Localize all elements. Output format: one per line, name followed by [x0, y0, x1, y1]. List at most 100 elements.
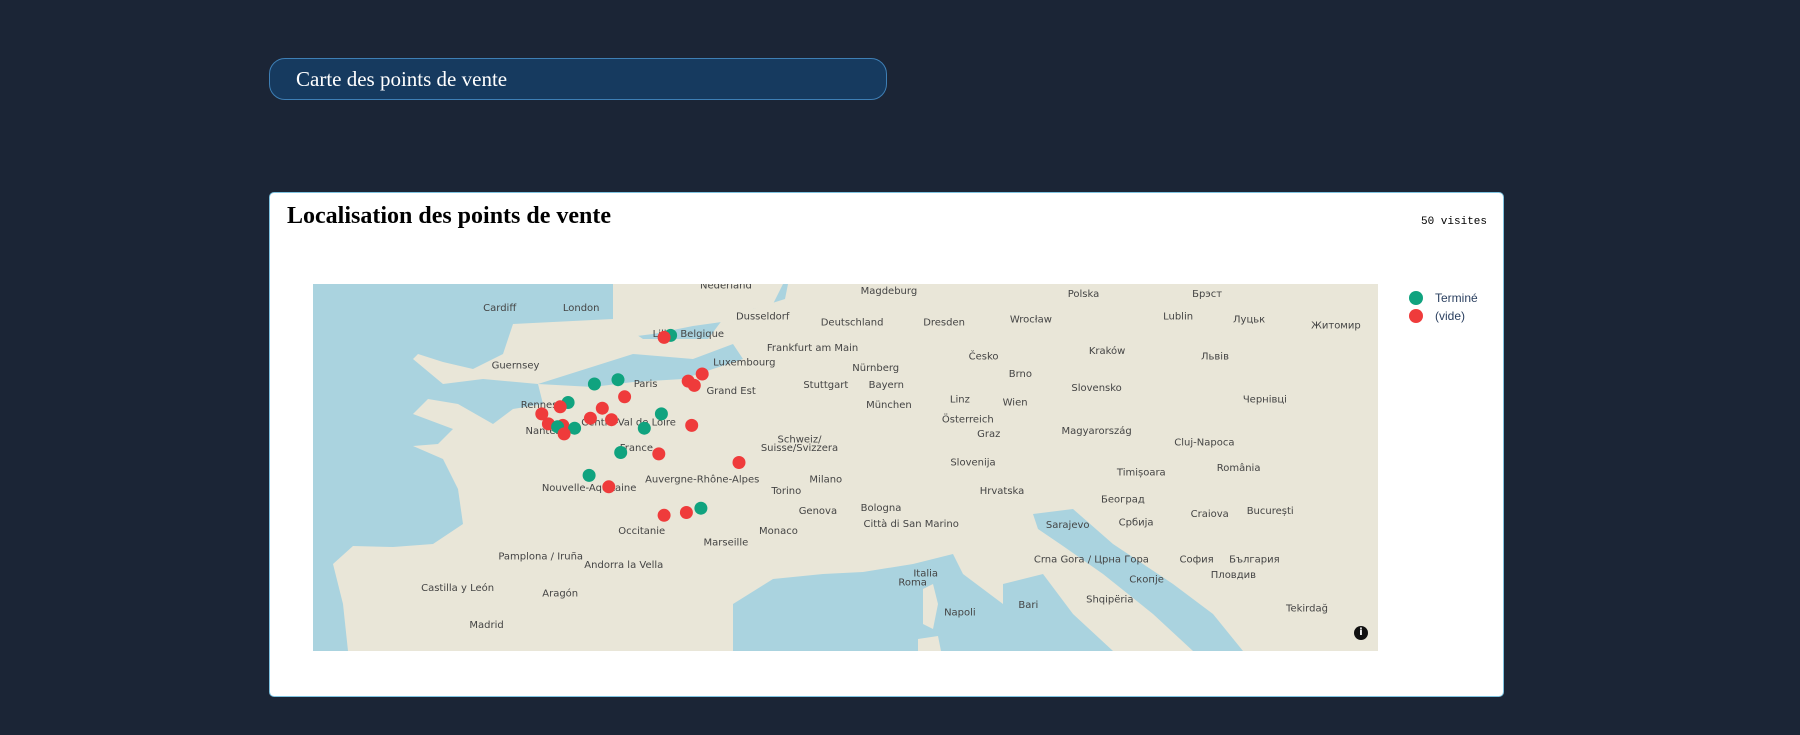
place-label: Luxembourg [713, 357, 775, 368]
map-marker[interactable] [553, 400, 567, 414]
place-label: Österreich [942, 413, 994, 426]
place-label: Marseille [704, 537, 749, 548]
place-label: Andorra la Vella [584, 560, 663, 571]
map-marker[interactable] [618, 390, 632, 404]
place-label: Città di San Marino [864, 518, 959, 530]
place-label: Луцьк [1233, 315, 1265, 326]
map-marker[interactable] [694, 501, 708, 515]
place-label: Slovenija [950, 457, 995, 468]
place-label: München [866, 400, 912, 411]
place-label: Linz [950, 395, 970, 406]
map-marker[interactable] [687, 378, 701, 392]
place-label: Castilla y León [421, 582, 494, 594]
place-label: Брэст [1192, 289, 1222, 300]
map-marker[interactable] [654, 407, 668, 421]
place-label: Grand Est [706, 386, 755, 397]
place-label: Suisse/Svizzera [761, 443, 838, 454]
map-marker[interactable] [679, 506, 693, 519]
place-label: Pamplona / Iruña [498, 552, 583, 563]
page-header: Carte des points de vente [269, 58, 887, 100]
place-label: Paris [634, 379, 658, 390]
place-label: Cardiff [483, 303, 517, 314]
visit-count: 50 visites [1420, 216, 1487, 228]
legend-label: Terminé [1435, 291, 1478, 305]
place-label: София [1180, 555, 1214, 566]
map-marker[interactable] [602, 480, 616, 494]
place-label: Dusseldorf [736, 312, 790, 323]
place-label: Србија [1119, 516, 1154, 528]
place-label: Dresden [923, 317, 965, 328]
map-canvas[interactable]: Nederland Magdeburg Polska Брэст Cardiff Lond… [313, 284, 1378, 651]
place-label: Napoli [944, 607, 976, 618]
map-view[interactable]: Nederland Magdeburg Polska Брэст Cardiff Lond… [313, 284, 1378, 651]
map-marker[interactable] [652, 447, 666, 461]
place-label: Madrid [469, 620, 503, 631]
map-marker[interactable] [583, 411, 597, 425]
place-label: Nederland [700, 284, 752, 291]
legend-item-termine[interactable]: Terminé [1409, 289, 1478, 307]
place-label: Polska [1068, 289, 1100, 300]
place-label: Bologna [861, 503, 902, 514]
place-label: Graz [977, 429, 1000, 440]
place-label: London [563, 303, 600, 314]
info-icon[interactable]: i [1354, 626, 1368, 640]
place-label: Bayern [869, 380, 904, 391]
place-label: Nouvelle-Aquitaine [542, 483, 637, 494]
place-label: Београд [1101, 495, 1145, 506]
place-label: Česko [969, 350, 999, 363]
legend-dot [1409, 291, 1423, 305]
card-title: Localisation des points de vente [287, 203, 612, 229]
place-label: Kraków [1089, 345, 1126, 357]
map-marker[interactable] [695, 367, 709, 381]
place-label: Sarajevo [1046, 520, 1090, 531]
place-label: Milano [809, 475, 842, 486]
place-label: Скопје [1129, 574, 1164, 586]
map-marker[interactable] [637, 421, 651, 435]
place-label: Житомир [1311, 320, 1361, 331]
place-label: Magdeburg [861, 286, 918, 297]
place-label: Guernsey [492, 360, 540, 371]
place-label: Hrvatska [980, 486, 1025, 497]
place-label: Cluj-Napoca [1174, 437, 1234, 448]
place-label: Tekirdağ [1285, 603, 1328, 615]
place-label: Genova [799, 506, 837, 517]
place-label: România [1217, 462, 1261, 474]
place-label: Slovensko [1071, 383, 1121, 394]
map-marker[interactable] [685, 418, 699, 432]
legend-item-vide[interactable]: (vide) [1409, 307, 1478, 325]
place-label: Crna Gora / Црна Гора [1034, 555, 1149, 566]
page-title: Carte des points de vente [296, 67, 508, 91]
place-label: България [1229, 555, 1280, 566]
place-label: Львів [1201, 351, 1229, 363]
map-marker[interactable] [657, 508, 671, 522]
map-marker[interactable] [557, 427, 571, 441]
map-marker[interactable] [605, 413, 618, 427]
map-marker[interactable] [595, 401, 609, 415]
place-label: Monaco [759, 526, 798, 537]
place-label: Пловдив [1211, 570, 1256, 581]
place-label: Bari [1018, 600, 1038, 611]
map-marker[interactable] [582, 468, 596, 482]
place-label: Brno [1009, 369, 1032, 380]
legend: Terminé (vide) [1409, 289, 1478, 325]
place-label: Auvergne-Rhône-Alpes [645, 474, 759, 486]
place-label: Deutschland [821, 317, 884, 328]
legend-label: (vide) [1435, 309, 1466, 323]
map-marker[interactable] [732, 456, 746, 469]
place-label: Italia [913, 569, 938, 580]
place-label: Frankfurt am Main [767, 343, 858, 354]
place-label: Shqipëria [1086, 594, 1133, 605]
map-marker[interactable] [611, 373, 625, 387]
place-label: Occitanie [618, 526, 665, 537]
place-label: Wrocław [1010, 315, 1052, 326]
place-label: Torino [770, 486, 801, 497]
map-marker[interactable] [657, 330, 671, 344]
place-label: Nürnberg [852, 363, 899, 374]
place-label: Magyarország [1061, 425, 1131, 437]
place-label: Craiova [1191, 509, 1229, 520]
place-label: Aragón [542, 588, 578, 600]
map-marker[interactable] [587, 377, 601, 391]
place-label: Чернівці [1243, 394, 1287, 406]
map-marker[interactable] [614, 446, 628, 459]
place-label: București [1247, 506, 1294, 517]
